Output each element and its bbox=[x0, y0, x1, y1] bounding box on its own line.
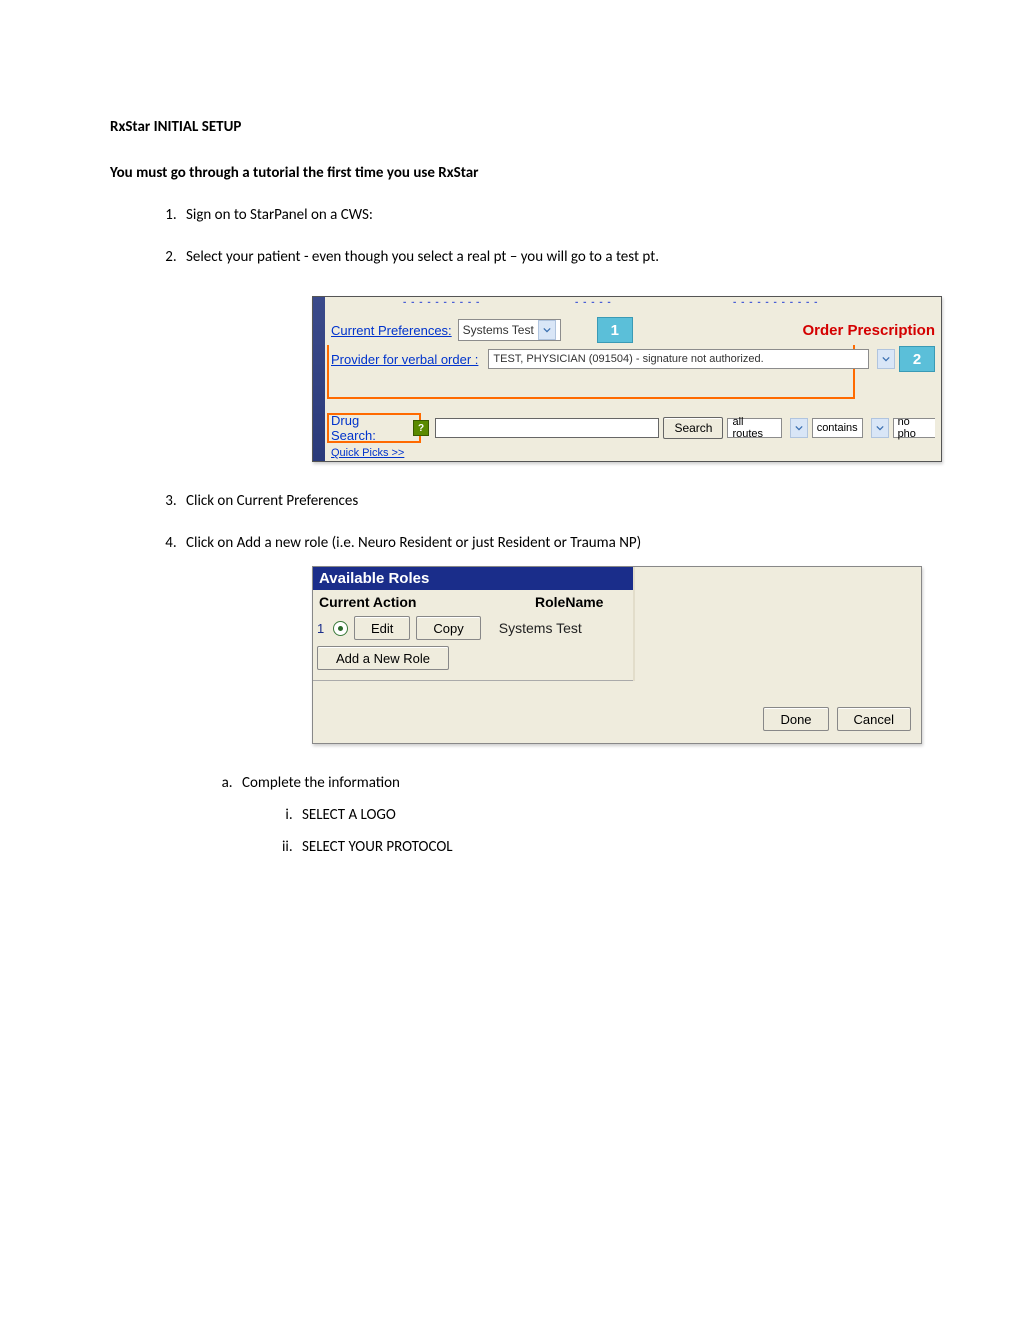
divider bbox=[313, 680, 633, 681]
callout-2: 2 bbox=[899, 346, 935, 372]
screenshot-available-roles: Available Roles Current Action RoleName … bbox=[312, 566, 922, 744]
routes-select[interactable]: all routes bbox=[727, 418, 781, 438]
nopho-select[interactable]: no pho bbox=[893, 418, 935, 438]
role-radio[interactable] bbox=[333, 621, 348, 636]
edit-button[interactable]: Edit bbox=[354, 616, 410, 640]
row-preferences: Current Preferences: Systems Test 1 Orde… bbox=[325, 315, 941, 345]
drug-search-label: Drug Search: bbox=[331, 413, 407, 443]
provider-select-value: TEST, PHYSICIAN (091504) - signature not… bbox=[493, 353, 763, 365]
row-number: 1 bbox=[317, 621, 327, 636]
dialog-footer: Done Cancel bbox=[313, 681, 921, 743]
sidebar-stub bbox=[313, 297, 325, 461]
step-2: Select your patient - even though you se… bbox=[180, 248, 910, 462]
page-subtitle: You must go through a tutorial the first… bbox=[110, 164, 910, 182]
add-role-row: Add a New Role bbox=[313, 642, 633, 680]
callout-1: 1 bbox=[597, 317, 633, 343]
available-roles-header: Available Roles bbox=[313, 567, 633, 590]
contains-select[interactable]: contains bbox=[812, 418, 863, 438]
right-panel-empty bbox=[635, 567, 921, 681]
chevron-down-icon[interactable] bbox=[790, 418, 808, 438]
chevron-down-icon[interactable] bbox=[877, 349, 895, 369]
preferences-select-value: Systems Test bbox=[463, 323, 534, 337]
col-rolename: RoleName bbox=[535, 594, 603, 610]
step-4a: Complete the information SELECT A LOGO S… bbox=[236, 774, 910, 856]
step-3: Click on Current Preferences bbox=[180, 492, 910, 510]
current-preferences-link[interactable]: Current Preferences: bbox=[331, 323, 452, 338]
step-1: Sign on to StarPanel on a CWS: bbox=[180, 206, 910, 224]
chevron-down-icon[interactable] bbox=[871, 418, 889, 438]
row-drug-search: Drug Search: ? Search all routes contain… bbox=[325, 413, 941, 443]
row-provider: Provider for verbal order : TEST, PHYSIC… bbox=[325, 345, 941, 373]
step-4-text: Click on Add a new role (i.e. Neuro Resi… bbox=[186, 534, 641, 552]
role-row: 1 Edit Copy Systems Test bbox=[313, 614, 633, 642]
copy-button[interactable]: Copy bbox=[416, 616, 480, 640]
question-icon[interactable]: ? bbox=[413, 420, 429, 436]
step-4a-text: Complete the information bbox=[242, 774, 400, 792]
step-4-sublist: Complete the information SELECT A LOGO S… bbox=[214, 774, 910, 856]
steps-list: Sign on to StarPanel on a CWS: Select yo… bbox=[158, 206, 910, 856]
add-new-role-button[interactable]: Add a New Role bbox=[317, 646, 449, 670]
step-4a-sublist: SELECT A LOGO SELECT YOUR PROTOCOL bbox=[274, 806, 910, 856]
step-4a-i: SELECT A LOGO bbox=[296, 806, 910, 824]
chevron-down-icon bbox=[538, 320, 556, 340]
drug-search-input[interactable] bbox=[435, 418, 659, 438]
cancel-button[interactable]: Cancel bbox=[837, 707, 911, 731]
provider-select[interactable]: TEST, PHYSICIAN (091504) - signature not… bbox=[488, 349, 869, 369]
step-4a-ii: SELECT YOUR PROTOCOL bbox=[296, 838, 910, 856]
role-name-value: Systems Test bbox=[499, 620, 582, 636]
quick-picks-link[interactable]: Quick Picks >> bbox=[331, 447, 404, 459]
step-2-text: Select your patient - even though you se… bbox=[186, 248, 659, 266]
page-title: RxStar INITIAL SETUP bbox=[110, 118, 910, 136]
provider-label[interactable]: Provider for verbal order : bbox=[331, 352, 478, 367]
screenshot-preferences: - - - - - - - - - - - - - - - - - - - - … bbox=[312, 296, 942, 462]
step-1-text: Sign on to StarPanel on a CWS: bbox=[186, 206, 373, 224]
search-button[interactable]: Search bbox=[663, 417, 723, 439]
document-page: RxStar INITIAL SETUP You must go through… bbox=[0, 0, 1020, 856]
preferences-select[interactable]: Systems Test bbox=[458, 319, 561, 341]
step-3-text: Click on Current Preferences bbox=[186, 492, 358, 510]
order-prescription-label[interactable]: Order Prescription bbox=[802, 322, 935, 339]
tabs-strip: - - - - - - - - - - - - - - - - - - - - … bbox=[325, 297, 941, 315]
columns-header: Current Action RoleName bbox=[313, 590, 633, 614]
col-current-action: Current Action bbox=[319, 594, 535, 610]
done-button[interactable]: Done bbox=[763, 707, 828, 731]
step-4: Click on Add a new role (i.e. Neuro Resi… bbox=[180, 534, 910, 856]
